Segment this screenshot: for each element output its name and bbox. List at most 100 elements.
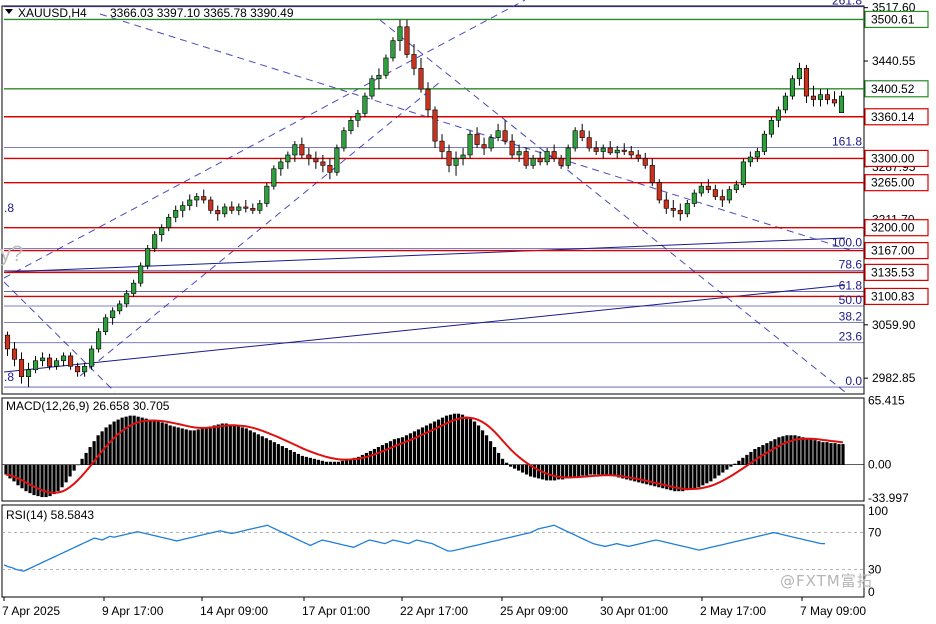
macd-bar: [88, 447, 92, 465]
time-tick-label: 2 May 17:00: [700, 604, 766, 618]
macd-bar: [733, 463, 737, 465]
macd-bar: [509, 464, 513, 467]
candle-body: [579, 130, 585, 138]
macd-bar: [809, 439, 813, 465]
macd-bar: [476, 425, 481, 465]
candle-body: [670, 208, 676, 211]
macd-bar: [829, 443, 833, 465]
macd-bar: [472, 421, 477, 465]
macd-bar: [817, 441, 821, 465]
macd-bar: [36, 464, 40, 497]
candle-body: [341, 130, 347, 149]
macd-bar: [144, 418, 148, 465]
candle-body: [271, 168, 277, 187]
candle-body: [656, 182, 662, 201]
candle-body: [82, 365, 88, 373]
candle-body: [110, 310, 116, 319]
price-tag-label: 3100.83: [871, 289, 915, 303]
macd-bar: [296, 453, 300, 465]
macd-bar: [416, 429, 421, 465]
macd-bar: [84, 452, 88, 465]
macd-bar: [324, 461, 328, 465]
candle-body: [166, 217, 172, 229]
macd-bar: [288, 449, 292, 465]
macd-tick-label: -33.997: [868, 491, 909, 505]
price-tag-label: 3300.00: [871, 151, 915, 165]
candle-body: [544, 151, 550, 163]
candle-body: [208, 199, 214, 211]
macd-bar: [300, 455, 304, 465]
macd-bar: [745, 454, 749, 465]
chart-canvas: 3517.603440.553364.253287.953211.703135.…: [0, 0, 936, 624]
candle-body: [222, 206, 228, 215]
candle-body: [754, 151, 760, 158]
macd-bar: [396, 438, 401, 465]
candle-body: [397, 26, 403, 41]
candle-body: [278, 161, 284, 170]
macd-bar: [581, 464, 585, 476]
macd-bar: [589, 464, 593, 475]
price-tag-label: 3500.61: [871, 12, 915, 26]
macd-bar: [224, 423, 228, 465]
time-tick-label: 22 Apr 17:00: [400, 604, 468, 618]
fib-level-label: 23.6: [839, 330, 863, 344]
candle-body: [320, 161, 326, 166]
candle-body: [831, 99, 838, 104]
macd-bar: [248, 430, 252, 465]
macd-bar: [28, 464, 32, 494]
macd-bar: [837, 444, 841, 465]
macd-bar: [833, 443, 837, 465]
macd-bar: [597, 464, 601, 475]
macd-bar: [240, 427, 244, 465]
macd-bar: [500, 458, 505, 465]
candle-body: [516, 151, 522, 156]
candle-body: [502, 130, 508, 142]
candle-body: [558, 158, 564, 166]
macd-bar: [292, 451, 296, 465]
fib-level-label: 50.0: [839, 293, 863, 307]
candle-body: [355, 113, 361, 121]
candle-body: [691, 192, 697, 204]
macd-bar: [136, 416, 140, 465]
time-tick-label: 25 Apr 09:00: [500, 604, 568, 618]
candle-body: [215, 210, 221, 215]
macd-bar: [80, 458, 84, 465]
candle-body: [40, 357, 46, 362]
macd-bar: [308, 457, 312, 465]
macd-bar: [777, 437, 781, 465]
candle-body: [761, 133, 767, 152]
candle-body: [600, 147, 606, 152]
macd-bar: [204, 427, 208, 465]
macd-bar: [408, 433, 413, 465]
macd-bar: [236, 426, 240, 465]
fib-level-label: 38.2: [839, 310, 863, 324]
macd-bar: [244, 428, 248, 465]
macd-bar: [20, 464, 24, 489]
price-tick-label: 3059.90: [872, 318, 916, 332]
candle-body: [635, 154, 641, 159]
macd-bar: [593, 464, 597, 475]
fib-level-label: 78.6: [839, 258, 863, 272]
candle-body: [642, 158, 648, 166]
macd-bar: [216, 424, 220, 465]
macd-bar: [188, 430, 192, 465]
macd-bar: [276, 444, 280, 465]
price-tag-label: 3400.52: [871, 82, 915, 96]
macd-bar: [769, 441, 773, 465]
candle-body: [810, 95, 817, 100]
macd-bar: [721, 464, 725, 473]
macd-bar: [364, 452, 369, 465]
candle-body: [89, 348, 95, 367]
macd-bar: [164, 423, 168, 465]
candle-body: [117, 303, 123, 312]
macd-bar: [176, 427, 180, 465]
macd-bar: [488, 441, 493, 465]
macd-bar: [464, 416, 469, 465]
candle-body: [530, 158, 536, 166]
macd-bar: [480, 430, 485, 465]
macd-bar: [609, 464, 613, 476]
candle-body: [803, 68, 809, 97]
candle-body: [460, 154, 466, 159]
macd-bar: [12, 464, 16, 482]
candle-body: [47, 357, 53, 367]
